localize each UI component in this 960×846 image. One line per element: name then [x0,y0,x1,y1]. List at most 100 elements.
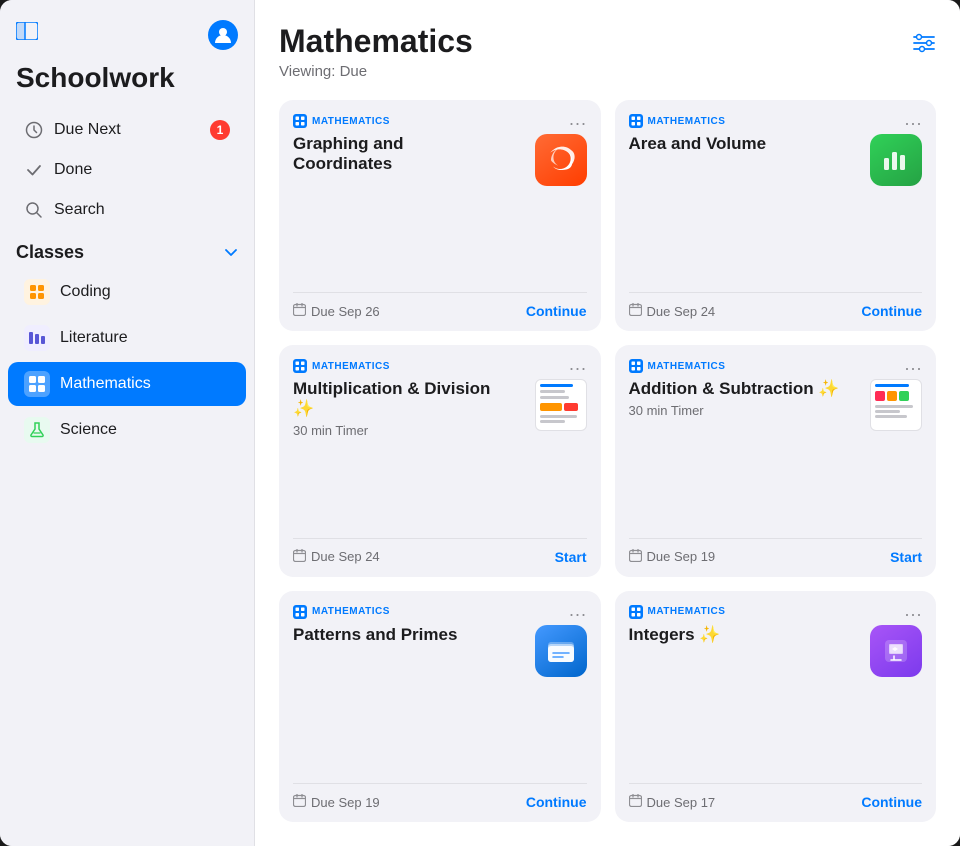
card-category-6: MATHEMATICS [629,605,923,619]
card-more-button-5[interactable]: ··· [569,605,587,623]
math-category-icon-4 [629,359,643,373]
nav-search-label: Search [54,201,105,219]
card-more-button-3[interactable]: ··· [569,359,587,377]
card-body-2: Area and Volume [629,134,923,280]
due-date-2: Due Sep 24 [647,304,716,319]
filter-icon[interactable] [912,32,936,60]
nav-item-due-next[interactable]: Due Next 1 [8,111,246,149]
card-category-5: MATHEMATICS [293,605,587,619]
card-category-1: MATHEMATICS [293,114,587,128]
literature-label: Literature [60,329,128,347]
card-category-text-5: MATHEMATICS [312,606,390,617]
profile-button[interactable] [208,20,238,50]
literature-icon [24,325,50,351]
numbers-app-icon [870,134,922,186]
card-body-6: Integers ✨ [629,625,923,771]
worksheet-preview-1 [535,379,587,431]
card-text-3: Multiplication & Division ✨ 30 min Timer [293,379,535,438]
card-body-4: Addition & Subtraction ✨ 30 min Timer [629,379,923,525]
card-category-2: MATHEMATICS [629,114,923,128]
card-footer-6: Due Sep 17 Continue [629,783,923,822]
card-action-4[interactable]: Start [890,549,922,565]
card-more-button-6[interactable]: ··· [904,605,922,623]
math-category-icon-1 [293,114,307,128]
card-action-2[interactable]: Continue [861,303,922,319]
card-category-4: MATHEMATICS [629,359,923,373]
chevron-down-icon[interactable] [224,245,238,261]
nav-done-label: Done [54,161,92,179]
card-category-text-1: MATHEMATICS [312,116,390,127]
coding-label: Coding [60,283,111,301]
card-due-3: Due Sep 24 [293,549,380,565]
card-due-4: Due Sep 19 [629,549,716,565]
sidebar-item-coding[interactable]: Coding [8,270,246,314]
clock-icon [24,120,44,140]
calendar-icon-4 [629,549,642,565]
card-due-1: Due Sep 26 [293,303,380,319]
card-text-6: Integers ✨ [629,625,863,649]
math-category-icon-3 [293,359,307,373]
card-footer-1: Due Sep 26 Continue [293,292,587,331]
nav-item-done[interactable]: Done [8,151,246,189]
card-action-6[interactable]: Continue [861,794,922,810]
card-more-button-2[interactable]: ··· [904,114,922,132]
mathematics-icon [24,371,50,397]
card-action-5[interactable]: Continue [526,794,587,810]
card-body-5: Patterns and Primes [293,625,587,771]
card-action-3[interactable]: Start [555,549,587,565]
sidebar-item-literature[interactable]: Literature [8,316,246,360]
card-title-4: Addition & Subtraction ✨ [629,379,871,399]
checkmark-icon [24,160,44,180]
sidebar-item-mathematics[interactable]: Mathematics [8,362,246,406]
mathematics-label: Mathematics [60,375,151,393]
sidebar: Schoolwork Due Next 1 Done [0,0,255,846]
sidebar-toggle-icon[interactable] [16,22,38,46]
calendar-icon-2 [629,303,642,319]
card-subtitle-4: 30 min Timer [629,403,871,418]
card-category-text-4: MATHEMATICS [648,361,726,372]
main-content: Mathematics Viewing: Due [255,0,960,846]
calendar-icon-1 [293,303,306,319]
card-title-2: Area and Volume [629,134,863,154]
card-body-1: Graphing and Coordinates [293,134,587,280]
card-addition: MATHEMATICS ··· Addition & Subtraction ✨… [615,345,937,576]
card-title-1: Graphing and Coordinates [293,134,527,174]
app-title: Schoolwork [0,62,254,110]
due-date-5: Due Sep 19 [311,795,380,810]
card-more-button-1[interactable]: ··· [569,114,587,132]
card-area-volume: MATHEMATICS ··· Area and Volume [615,100,937,331]
classes-section-title: Classes [16,242,84,263]
calendar-icon-6 [629,794,642,810]
cards-grid: MATHEMATICS ··· Graphing and Coordinates [255,92,960,846]
math-category-icon-6 [629,605,643,619]
classes-section-header: Classes [0,230,254,269]
card-patterns: MATHEMATICS ··· Patterns and Primes [279,591,601,822]
card-text-2: Area and Volume [629,134,863,158]
card-category-text-3: MATHEMATICS [312,361,390,372]
card-text-4: Addition & Subtraction ✨ 30 min Timer [629,379,871,418]
card-subtitle-3: 30 min Timer [293,423,535,438]
nav-due-next-label: Due Next [54,121,121,139]
math-category-icon-2 [629,114,643,128]
card-integers: MATHEMATICS ··· Integers ✨ [615,591,937,822]
card-body-3: Multiplication & Division ✨ 30 min Timer [293,379,587,525]
card-more-button-4[interactable]: ··· [904,359,922,377]
card-multiplication: MATHEMATICS ··· Multiplication & Divisio… [279,345,601,576]
main-title-area: Mathematics Viewing: Due [279,24,473,80]
sidebar-item-science[interactable]: Science [8,408,246,452]
card-due-2: Due Sep 24 [629,303,716,319]
card-title-6: Integers ✨ [629,625,863,645]
search-icon [24,200,44,220]
card-footer-3: Due Sep 24 Start [293,538,587,577]
coding-icon [24,279,50,305]
card-text-1: Graphing and Coordinates [293,134,527,178]
card-due-5: Due Sep 19 [293,794,380,810]
card-action-1[interactable]: Continue [526,303,587,319]
due-date-4: Due Sep 19 [647,549,716,564]
calendar-icon-3 [293,549,306,565]
card-title-3: Multiplication & Division ✨ [293,379,535,419]
card-category-3: MATHEMATICS [293,359,587,373]
card-footer-4: Due Sep 19 Start [629,538,923,577]
nav-item-search[interactable]: Search [8,191,246,229]
sidebar-header [0,20,254,62]
